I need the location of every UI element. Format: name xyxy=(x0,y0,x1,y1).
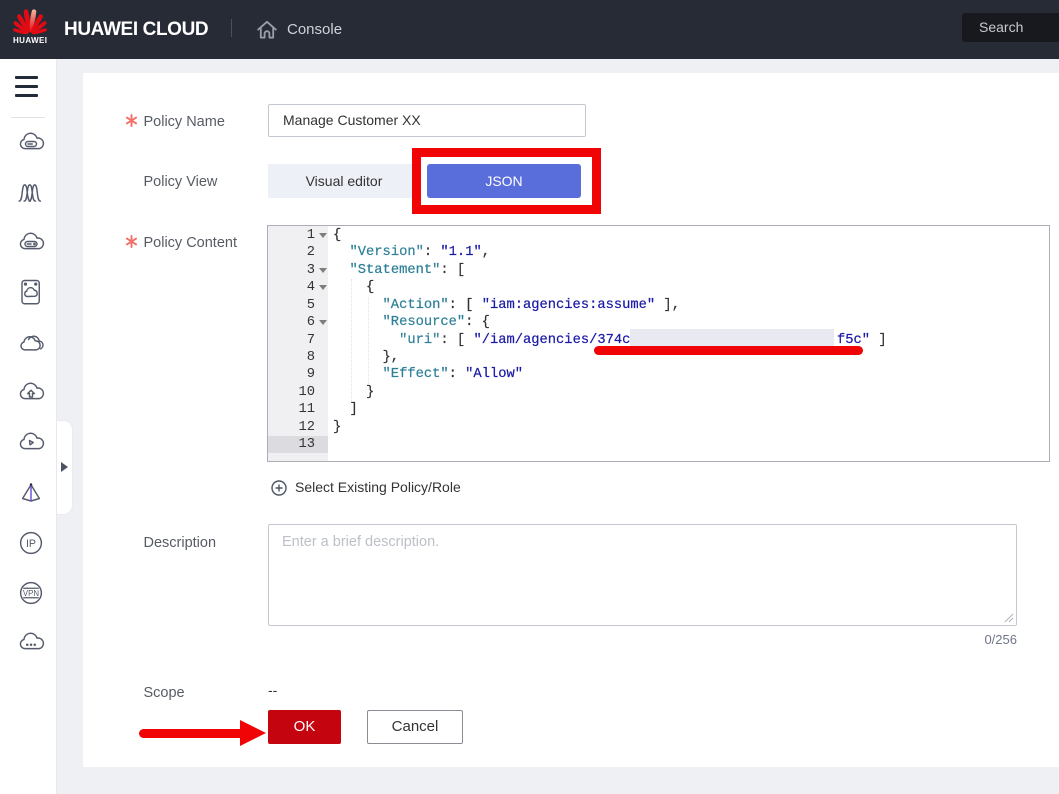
svg-text:VPN: VPN xyxy=(23,589,39,598)
svg-text:IP: IP xyxy=(26,538,36,550)
